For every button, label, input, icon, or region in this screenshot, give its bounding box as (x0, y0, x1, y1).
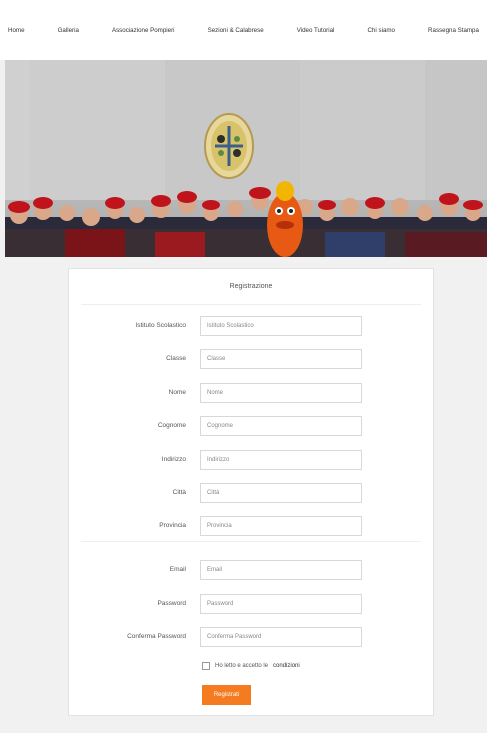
nav-galleria[interactable]: Galleria (58, 27, 79, 34)
field-row-nome: Nome Nome (69, 383, 433, 405)
field-row-indirizzo: Indirizzo Indirizzo (69, 450, 433, 472)
conferma-password-input[interactable]: Conferma Password (200, 627, 362, 647)
field-row-classe: Classe Classe (69, 349, 433, 371)
terms-link[interactable]: condizioni (273, 663, 300, 669)
field-row-citta: Città Città (69, 483, 433, 505)
hero-group-photo (5, 60, 487, 257)
terms-checkbox[interactable] (202, 662, 210, 670)
field-label: Provincia (159, 522, 186, 529)
divider (81, 304, 421, 305)
registration-card: Registrazione Istituto Scolastico Istitu… (68, 268, 434, 716)
field-label: Città (172, 489, 186, 496)
field-row-conferma-password: Conferma Password Conferma Password (69, 627, 433, 649)
form-title: Registrazione (229, 283, 273, 290)
field-label: Email (169, 566, 186, 573)
field-label: Classe (166, 355, 186, 362)
password-input[interactable]: Password (200, 594, 362, 614)
nav-sezioni[interactable]: Sezioni & Calabrese (208, 27, 264, 34)
field-row-email: Email Email (69, 560, 433, 582)
field-label: Nome (168, 389, 186, 396)
provincia-input[interactable]: Provincia (200, 516, 362, 536)
terms-text: Ho letto e accetto le (215, 663, 269, 669)
field-label: Conferma Password (127, 633, 186, 640)
field-row-istituto: Istituto Scolastico Istituto Scolastico (69, 316, 433, 338)
top-navigation: Home Galleria Associazione Pompieri Sezi… (0, 0, 487, 60)
nome-input[interactable]: Nome (200, 383, 362, 403)
crowd-of-children (5, 181, 487, 257)
regional-emblem (203, 112, 255, 180)
field-row-provincia: Provincia Provincia (69, 516, 433, 538)
nav-associazione-pompieri[interactable]: Associazione Pompieri (112, 27, 175, 34)
indirizzo-input[interactable]: Indirizzo (200, 450, 362, 470)
cognome-input[interactable]: Cognome (200, 416, 362, 436)
nav-chi-siamo[interactable]: Chi siamo (367, 27, 395, 34)
field-label: Istituto Scolastico (135, 322, 186, 329)
register-button[interactable]: Registrati (202, 685, 251, 705)
terms-agreement: Ho letto e accetto le condizioni (202, 662, 300, 670)
istituto-input[interactable]: Istituto Scolastico (200, 316, 362, 336)
field-row-password: Password Password (69, 594, 433, 616)
field-label: Indirizzo (161, 456, 186, 463)
nav-video-tutorial[interactable]: Video Tutorial (297, 27, 335, 34)
field-row-cognome: Cognome Cognome (69, 416, 433, 438)
field-label: Cognome (157, 422, 186, 429)
nav-rassegna-stampa[interactable]: Rassegna Stampa (428, 27, 479, 34)
field-label: Password (157, 600, 186, 607)
email-input[interactable]: Email (200, 560, 362, 580)
classe-input[interactable]: Classe (200, 349, 362, 369)
nav-home[interactable]: Home (8, 27, 25, 34)
divider (81, 541, 421, 542)
citta-input[interactable]: Città (200, 483, 362, 503)
